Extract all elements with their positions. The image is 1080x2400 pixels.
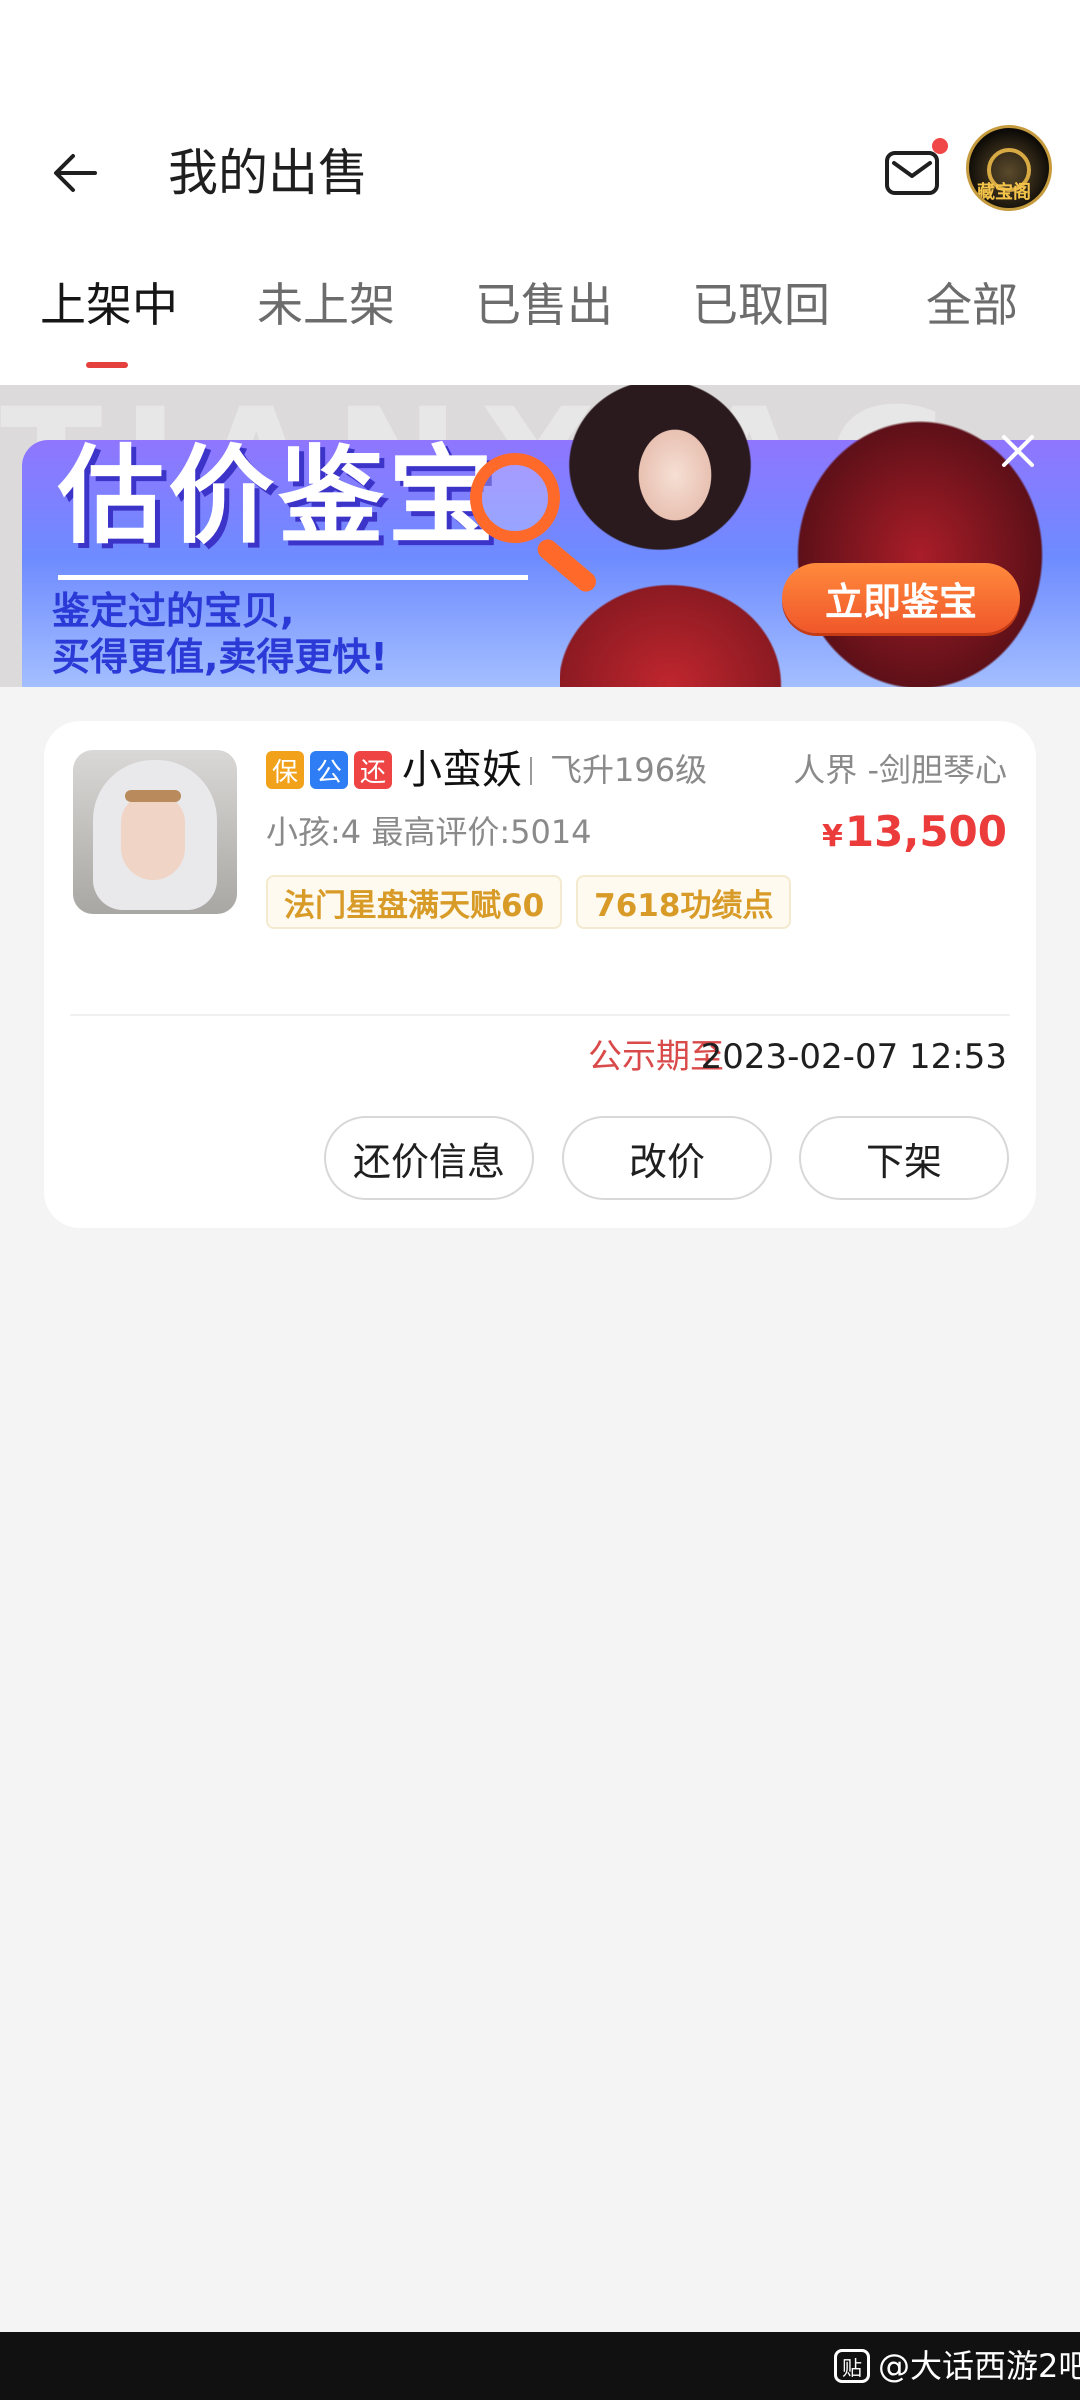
name-separator: [530, 757, 532, 785]
watermark-bar: 贴 @大话西游2吧: [0, 2332, 1080, 2400]
badge-group: 保 公 还: [266, 751, 392, 789]
banner-subtitle-2: 买得更值,卖得更快!: [52, 635, 388, 679]
tab-all[interactable]: 全部: [926, 275, 1018, 335]
feature-tag: 法门星盘满天赋60: [266, 875, 563, 929]
notification-dot: [932, 138, 948, 154]
thumbnail-face: [121, 794, 185, 880]
tab-unlisted[interactable]: 未上架: [257, 275, 395, 335]
guarantee-badge: 保: [266, 751, 304, 789]
status-tabs: 上架中 未上架 已售出 已取回 全部: [0, 235, 1080, 385]
delist-button[interactable]: 下架: [799, 1116, 1009, 1200]
feature-tags: 法门星盘满天赋60 7618功绩点: [266, 875, 792, 929]
publicity-deadline-value: 2023-02-07 12:53: [700, 1037, 1007, 1077]
avatar-logo-text: 藏宝阁: [977, 182, 1031, 203]
tab-listed[interactable]: 上架中: [40, 275, 178, 335]
banner-title: 估价鉴宝: [58, 435, 498, 558]
appraise-now-button[interactable]: 立即鉴宝: [782, 563, 1020, 633]
status-bar: [0, 0, 1080, 110]
counter-offer-badge: 还: [354, 751, 392, 789]
server-name: 人界 -剑胆琴心: [793, 751, 1007, 789]
appraisal-banner[interactable]: TIANXIAG 估价鉴宝 鉴定过的宝贝, 买得更值,卖得更快! 立即鉴宝: [0, 385, 1080, 687]
counter-offer-info-button[interactable]: 还价信息: [324, 1116, 534, 1200]
tieba-icon: 贴: [834, 2349, 870, 2383]
thumbnail-crown: [125, 790, 181, 802]
back-arrow-icon[interactable]: [40, 137, 112, 209]
tab-sold[interactable]: 已售出: [475, 275, 613, 335]
feature-tag: 7618功绩点: [576, 875, 792, 929]
character-level: 飞升196级: [550, 751, 708, 789]
magnifier-icon: [470, 453, 560, 543]
edit-price-button[interactable]: 改价: [562, 1116, 772, 1200]
currency-symbol: ¥: [822, 819, 843, 854]
close-icon[interactable]: [996, 429, 1040, 473]
banner-subtitle-1: 鉴定过的宝贝,: [52, 589, 295, 633]
card-divider: [70, 1014, 1010, 1016]
price-value: 13,500: [844, 807, 1007, 856]
watermark-text: @大话西游2吧: [878, 2347, 1080, 2385]
page-title: 我的出售: [168, 144, 368, 202]
tab-retrieved[interactable]: 已取回: [692, 275, 830, 335]
listing-price: ¥13,500: [822, 805, 1007, 864]
avatar[interactable]: 藏宝阁: [966, 125, 1052, 211]
character-thumbnail: [73, 750, 237, 914]
top-bar: 我的出售 藏宝阁: [0, 110, 1080, 235]
character-stats: 小孩:4 最高评价:5014: [266, 813, 592, 851]
listing-card[interactable]: 保 公 还 小蛮妖 飞升196级 人界 -剑胆琴心 小孩:4 最高评价:5014…: [44, 721, 1036, 1228]
character-name: 小蛮妖: [402, 747, 522, 793]
banner-title-underline: [58, 575, 528, 580]
public-badge: 公: [310, 751, 348, 789]
active-tab-indicator: [86, 362, 128, 368]
mail-icon[interactable]: [880, 138, 948, 204]
